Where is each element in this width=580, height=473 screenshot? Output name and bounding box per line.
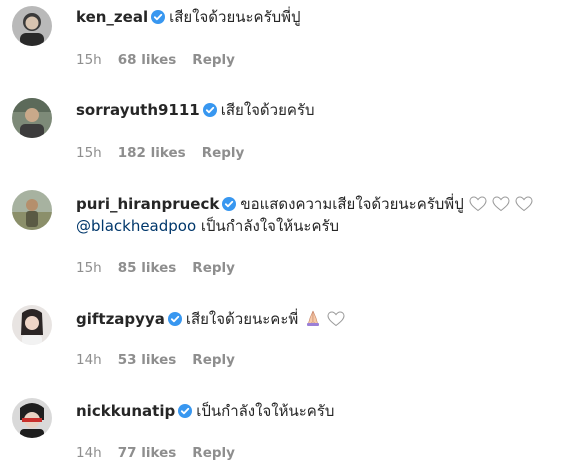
comment-username[interactable]: giftzapyya	[76, 310, 165, 328]
verified-badge-icon	[222, 197, 237, 211]
reply-button[interactable]: Reply	[192, 445, 235, 461]
verified-badge-icon	[151, 10, 166, 24]
comment-username[interactable]: puri_hiranprueck	[76, 195, 219, 213]
reply-button[interactable]: Reply	[192, 260, 235, 276]
avatar[interactable]	[12, 398, 52, 438]
comment-time[interactable]: 15h	[76, 145, 102, 161]
comment-text: ขอแสดงความเสียใจด้วยนะครับพี่ปู	[240, 195, 464, 213]
avatar[interactable]	[12, 305, 52, 345]
comment-text: เป็นกำลังใจให้นะครับ	[196, 402, 335, 420]
comment-time[interactable]: 15h	[76, 52, 102, 68]
comment-text: เสียใจด้วยนะคะพี่	[185, 310, 299, 328]
white-heart-icon	[492, 196, 510, 212]
avatar[interactable]	[12, 190, 52, 230]
mention-link[interactable]: @blackheadpoo	[76, 217, 196, 235]
white-heart-icon	[515, 196, 533, 212]
reply-button[interactable]: Reply	[202, 145, 245, 161]
comment-text: เสียใจด้วยนะครับพี่ปู	[169, 8, 301, 26]
comment-username[interactable]: sorrayuth9111	[76, 101, 200, 119]
comment-likes[interactable]: 68 likes	[118, 52, 177, 68]
comment-likes[interactable]: 182 likes	[118, 145, 186, 161]
verified-badge-icon	[167, 312, 182, 326]
praying-hands-icon	[304, 309, 322, 327]
comment-time[interactable]: 15h	[76, 260, 102, 276]
comment-username[interactable]: nickkunatip	[76, 402, 175, 420]
avatar[interactable]	[12, 98, 52, 138]
comment-username[interactable]: ken_zeal	[76, 8, 148, 26]
comment-time[interactable]: 14h	[76, 352, 102, 368]
white-heart-icon	[327, 311, 345, 327]
comment-text: เสียใจด้วยครับ	[220, 101, 315, 119]
verified-badge-icon	[178, 404, 193, 418]
comment-time[interactable]: 14h	[76, 445, 102, 461]
avatar[interactable]	[12, 6, 52, 46]
comment-likes[interactable]: 77 likes	[118, 445, 177, 461]
comment-likes[interactable]: 85 likes	[118, 260, 177, 276]
reply-button[interactable]: Reply	[192, 352, 235, 368]
white-heart-icon	[469, 196, 487, 212]
comment-likes[interactable]: 53 likes	[118, 352, 177, 368]
comment-text-continued: เป็นกำลังใจให้นะครับ	[196, 217, 340, 235]
reply-button[interactable]: Reply	[192, 52, 235, 68]
verified-badge-icon	[202, 103, 217, 117]
